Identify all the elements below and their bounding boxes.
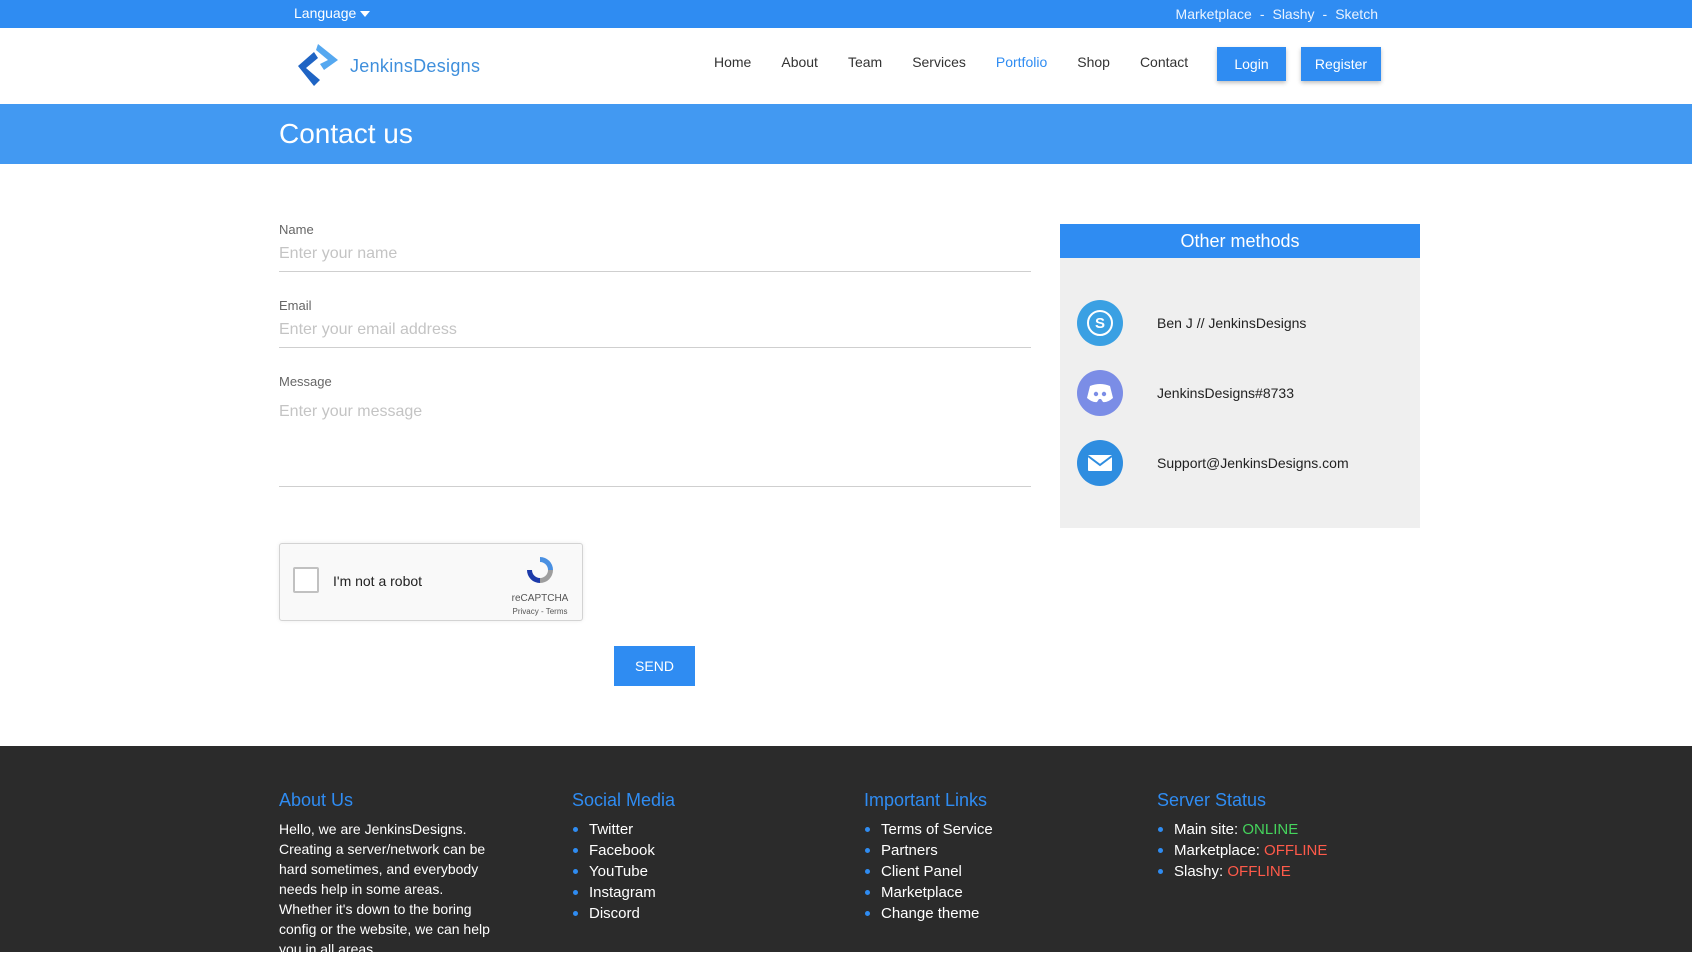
status-name: Slashy:	[1174, 863, 1224, 880]
status-value: OFFLINE	[1264, 842, 1328, 859]
footer-links-title: Important Links	[864, 790, 988, 810]
recaptcha-widget: I'm not a robot reCAPTCHA Privacy - Term…	[279, 543, 583, 621]
page-title: Contact us	[279, 118, 413, 149]
status-name: Marketplace:	[1174, 842, 1260, 859]
footer-about-title: About Us	[279, 790, 354, 810]
send-button[interactable]: SEND	[614, 646, 695, 686]
top-link-separator: -	[1259, 6, 1265, 22]
message-field-wrapper	[279, 403, 1031, 487]
name-label: Name	[279, 222, 314, 237]
message-label: Message	[279, 374, 332, 389]
mail-icon[interactable]	[1077, 440, 1123, 486]
method-skype: S Ben J // JenkinsDesigns	[1077, 300, 1306, 346]
nav-shop[interactable]: Shop	[1077, 54, 1110, 70]
message-group: Message	[279, 374, 1031, 487]
logo-icon	[298, 44, 338, 86]
name-field-wrapper	[279, 245, 1031, 272]
top-link-slashy[interactable]: Slashy	[1272, 6, 1314, 22]
nav-contact[interactable]: Contact	[1140, 54, 1188, 70]
method-email-text: Support@JenkinsDesigns.com	[1157, 455, 1349, 471]
name-input[interactable]	[279, 245, 1031, 263]
method-discord: JenkinsDesigns#8733	[1077, 370, 1294, 416]
language-label: Language	[294, 5, 357, 21]
footer-links: Important Links Terms of Service Partner…	[864, 790, 993, 924]
logo-text: JenkinsDesigns	[350, 55, 481, 76]
caret-down-icon	[360, 11, 371, 17]
register-button[interactable]: Register	[1301, 47, 1381, 81]
header: JenkinsDesigns Home About Team Services …	[0, 28, 1692, 104]
footer-link-marketplace[interactable]: Marketplace	[864, 882, 993, 903]
footer-link-discord[interactable]: Discord	[572, 903, 675, 924]
discord-icon[interactable]	[1077, 370, 1123, 416]
top-links: Marketplace - Slashy - Sketch	[1176, 6, 1378, 22]
svg-text:S: S	[1095, 315, 1105, 332]
top-link-marketplace[interactable]: Marketplace	[1176, 6, 1252, 22]
contact-form: Name Email Message	[279, 222, 1031, 487]
status-marketplace: Marketplace: OFFLINE	[1157, 840, 1327, 861]
recaptcha-logo: reCAPTCHA Privacy - Terms	[510, 554, 570, 616]
nav-team[interactable]: Team	[848, 54, 882, 70]
nav-home[interactable]: Home	[714, 54, 751, 70]
footer-link-facebook[interactable]: Facebook	[572, 840, 675, 861]
recaptcha-label: I'm not a robot	[333, 573, 423, 589]
nav-portfolio[interactable]: Portfolio	[996, 54, 1047, 70]
recaptcha-checkbox[interactable]	[293, 567, 319, 593]
status-name: Main site:	[1174, 821, 1239, 838]
footer-status-title: Server Status	[1157, 790, 1267, 810]
top-bar: Language Marketplace - Slashy - Sketch	[0, 0, 1692, 28]
footer-link-change-theme[interactable]: Change theme	[864, 903, 993, 924]
status-main-site: Main site: ONLINE	[1157, 819, 1327, 840]
footer-link-partners[interactable]: Partners	[864, 840, 993, 861]
nav-services[interactable]: Services	[912, 54, 966, 70]
site-logo[interactable]: JenkinsDesigns	[294, 40, 480, 92]
top-link-sketch[interactable]: Sketch	[1335, 6, 1378, 22]
recaptcha-brand: reCAPTCHA	[511, 593, 569, 604]
top-link-separator: -	[1322, 6, 1328, 22]
message-input[interactable]	[279, 403, 1031, 473]
status-value: OFFLINE	[1227, 863, 1291, 880]
status-slashy: Slashy: OFFLINE	[1157, 861, 1327, 882]
page-banner: Contact us	[0, 104, 1692, 164]
email-label: Email	[279, 298, 312, 313]
main-nav: Home About Team Services Portfolio Shop …	[714, 54, 1218, 70]
footer-link-client-panel[interactable]: Client Panel	[864, 861, 993, 882]
footer-link-youtube[interactable]: YouTube	[572, 861, 675, 882]
method-skype-text: Ben J // JenkinsDesigns	[1157, 315, 1307, 331]
method-email: Support@JenkinsDesigns.com	[1077, 440, 1349, 486]
email-input[interactable]	[279, 321, 1031, 339]
footer-social-title: Social Media	[572, 790, 676, 810]
language-dropdown[interactable]: Language	[294, 5, 371, 21]
other-methods-panel: Other methods S Ben J // JenkinsDesigns …	[1060, 224, 1420, 528]
nav-about[interactable]: About	[781, 54, 818, 70]
footer: About Us Hello, we are JenkinsDesigns. C…	[0, 746, 1692, 957]
footer-link-instagram[interactable]: Instagram	[572, 882, 675, 903]
footer-about-text: Hello, we are JenkinsDesigns. Creating a…	[279, 821, 490, 957]
name-group: Name	[279, 222, 1031, 272]
footer-social: Social Media Twitter Facebook YouTube In…	[572, 790, 675, 924]
footer-status: Server Status Main site: ONLINE Marketpl…	[1157, 790, 1327, 882]
footer-link-twitter[interactable]: Twitter	[572, 819, 675, 840]
recaptcha-terms[interactable]: Privacy - Terms	[510, 607, 570, 616]
status-value: ONLINE	[1242, 821, 1299, 838]
footer-link-terms[interactable]: Terms of Service	[864, 819, 993, 840]
recaptcha-icon	[527, 557, 553, 583]
footer-about: About Us Hello, we are JenkinsDesigns. C…	[279, 790, 495, 959]
email-field-wrapper	[279, 321, 1031, 348]
other-methods-title: Other methods	[1060, 224, 1420, 258]
login-button[interactable]: Login	[1217, 47, 1286, 81]
skype-icon[interactable]: S	[1077, 300, 1123, 346]
email-group: Email	[279, 298, 1031, 348]
method-discord-text: JenkinsDesigns#8733	[1157, 385, 1294, 401]
